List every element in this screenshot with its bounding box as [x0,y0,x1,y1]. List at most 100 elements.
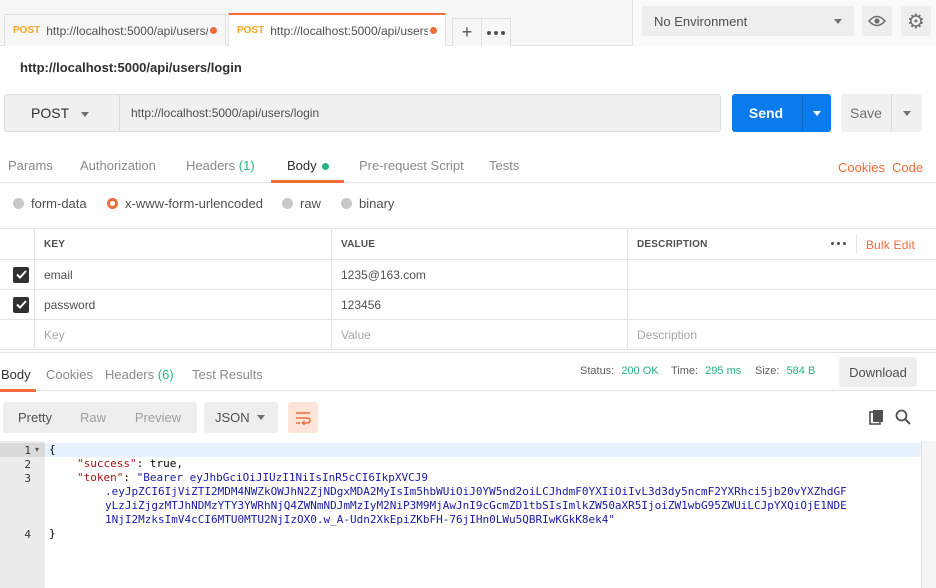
tab-options-button[interactable] [481,18,511,46]
radio-circle-selected [107,198,118,209]
send-options-button[interactable] [802,94,831,132]
row-key[interactable]: email [34,260,331,289]
unsaved-dot [210,27,217,34]
radio-circle [282,198,293,209]
row-key[interactable]: password [34,290,331,319]
view-preview-button[interactable]: Preview [119,402,197,433]
url-value: http://localhost:5000/api/users/login [131,106,320,120]
header-key: KEY [34,229,331,259]
copy-response-button[interactable] [869,409,885,428]
response-tab-cookies[interactable]: Cookies [46,367,93,382]
row-checkbox[interactable] [13,266,29,283]
bulk-edit-link[interactable]: Bulk Edit [866,238,915,252]
search-icon [895,409,911,425]
tab-params[interactable]: Params [8,158,53,173]
save-label: Save [850,105,882,121]
radio-raw[interactable]: raw [282,196,321,211]
request-tab[interactable]: POST http://localhost:5000/api/users/log… [4,14,226,46]
cookies-link[interactable]: Cookies [838,160,885,175]
tab-body[interactable]: Body [287,158,329,173]
chevron-down-icon [257,415,265,420]
time-info: Time: 295 ms [671,365,741,377]
response-tab-body[interactable]: Body [1,367,31,382]
table-row-empty: Key Value Description [0,320,936,350]
time-label: Time: [671,365,699,377]
more-icon [487,30,505,35]
fold-arrow-icon[interactable]: ▾ [35,445,39,454]
radio-label: form-data [31,196,87,211]
checkmark-icon [15,270,27,279]
radio-binary[interactable]: binary [341,196,394,211]
response-tab-test-results[interactable]: Test Results [192,367,263,382]
tab-headers-label: Headers [186,158,236,173]
save-button[interactable]: Save [841,94,922,132]
chevron-down-icon [81,112,89,117]
radio-x-www-form-urlencoded[interactable]: x-www-form-urlencoded [107,196,263,211]
tab-authorization[interactable]: Authorization [80,158,156,173]
tab-prerequest-script[interactable]: Pre-request Script [359,158,464,173]
format-select[interactable]: JSON [204,402,278,433]
row-value[interactable]: 123456 [331,290,627,319]
unsaved-dot [430,27,437,34]
download-button[interactable]: Download [839,357,917,387]
environment-area: No Environment ⚙ [632,0,936,46]
line-number: 2 [24,458,31,471]
view-pretty-button[interactable]: Pretty [3,402,67,433]
code-line: "token": "Bearer eyJhbGciOiJIUzI1NiIsInR… [77,471,428,485]
response-tab-headers-label: Headers [105,367,155,382]
row-description[interactable] [627,290,936,319]
code-link[interactable]: Code [892,160,923,175]
json-key: "token" [77,471,124,484]
more-icon[interactable] [831,242,846,245]
response-tab-headers[interactable]: Headers (6) [105,367,174,382]
format-label: JSON [215,410,250,425]
tab-headers[interactable]: Headers (1) [186,158,255,173]
tab-url: http://localhost:5000/api/users/login [270,23,428,38]
table-row: email 1235@163.com [0,260,936,290]
view-raw-button[interactable]: Raw [67,402,119,433]
status-value[interactable]: 200 OK [621,365,658,377]
environment-quick-look-button[interactable] [862,6,892,36]
row-description[interactable] [627,260,936,289]
row-value[interactable]: 1235@163.com [331,260,627,289]
environment-select[interactable]: No Environment [642,6,854,36]
time-value[interactable]: 295 ms [705,365,741,377]
save-options-button[interactable] [891,94,922,132]
json-string: "Bearer eyJhbGciOiJIUzI1NiIsInR5cCI6IkpX… [136,471,429,484]
json-sep: : [123,471,137,484]
code-line-wrapped: .eyJpZCI6IjViZTI2MDM4NWZkOWJhN2ZjNDgxMDA… [105,485,847,498]
view-mode-selector: Pretty Raw Preview [3,402,197,433]
value-placeholder[interactable]: Value [331,320,627,349]
key-placeholder[interactable]: Key [34,320,331,349]
code-line: { [49,443,56,456]
response-body-editor[interactable]: 1 ▾ 2 3 4 { "success": true, "token": "B… [0,441,921,588]
method-select[interactable]: POST [4,94,120,132]
chevron-down-icon [903,110,911,116]
request-tabs: Params Authorization Headers (1) Body Pr… [0,152,936,183]
json-key: "success" [77,457,137,470]
search-response-button[interactable] [895,409,911,428]
line-number: 3 [24,472,31,485]
gear-icon: ⚙ [907,10,925,33]
size-info: Size: 584 B [755,365,815,377]
code-line-wrapped: yLzJiZjgzMTJhNDMzYTY3YWRhNjQ4ZWNmNDJmMzI… [105,499,847,512]
table-header-row: KEY VALUE DESCRIPTION Bulk Edit [0,229,936,260]
radio-circle [13,198,24,209]
method-label: POST [31,105,70,121]
send-button[interactable]: Send [732,94,831,132]
send-label: Send [748,105,784,121]
request-tab-bar: POST http://localhost:5000/api/users/log… [0,0,632,46]
manage-environments-button[interactable]: ⚙ [901,6,931,36]
description-placeholder[interactable]: Description [627,320,936,349]
radio-form-data[interactable]: form-data [13,196,87,211]
plus-icon: + [461,22,473,42]
tab-tests[interactable]: Tests [489,158,519,173]
wrap-lines-button[interactable] [288,402,318,433]
request-tab-active[interactable]: POST http://localhost:5000/api/users/log… [228,13,446,46]
editor-scrollbar[interactable] [921,441,936,588]
row-check-cell [0,320,34,349]
row-checkbox[interactable] [13,296,29,313]
size-value[interactable]: 584 B [787,365,816,377]
url-input[interactable]: http://localhost:5000/api/users/login [120,94,721,132]
new-tab-button[interactable]: + [452,18,482,46]
